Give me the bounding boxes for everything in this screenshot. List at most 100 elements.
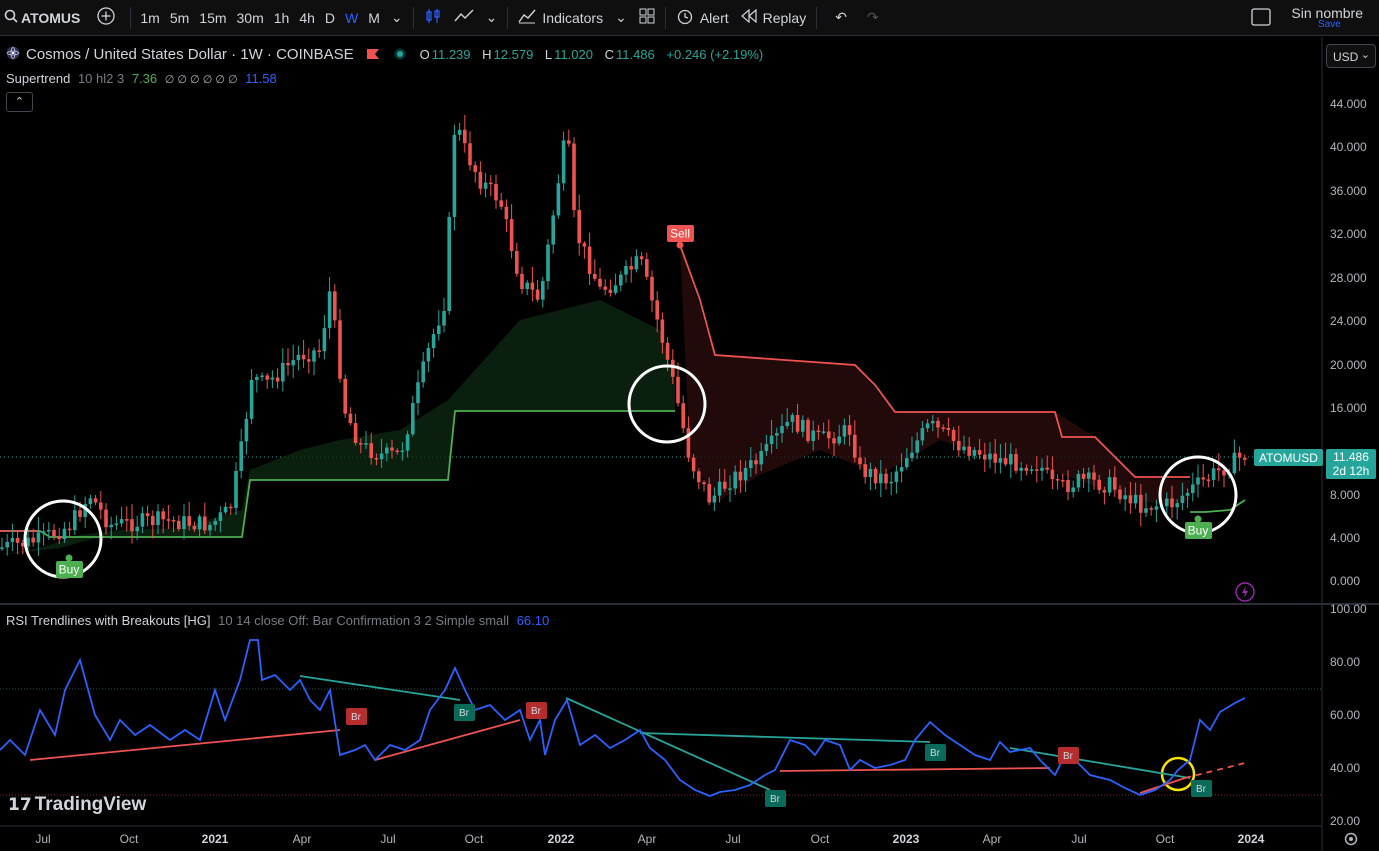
candle-body <box>213 520 217 525</box>
candle-body <box>743 468 748 481</box>
time-tick-label: Jul <box>35 832 51 846</box>
time-tick-label: Oct <box>464 832 484 846</box>
candle-body <box>1035 469 1039 471</box>
candle-body <box>915 440 919 453</box>
candle-body <box>957 440 961 451</box>
time-tick-label: Apr <box>292 832 312 846</box>
candle-body <box>1144 508 1148 513</box>
candle-body <box>1196 477 1200 485</box>
candle-body <box>338 320 342 379</box>
candle-body <box>177 520 181 530</box>
candle-body <box>827 431 831 439</box>
candle-body <box>972 450 977 456</box>
candle-body <box>1128 495 1133 504</box>
time-tick-label: Apr <box>982 832 1002 846</box>
candle-body <box>728 488 732 490</box>
rsi-value: 66.10 <box>516 613 550 628</box>
candle-body <box>1165 498 1169 507</box>
candle-body <box>400 450 405 453</box>
price-tick-label: 16.000 <box>1330 401 1367 415</box>
candle-body <box>411 403 415 435</box>
candle-body <box>717 481 722 496</box>
candle-body <box>795 415 800 432</box>
chart-canvas[interactable]: Buy Buy Sell Br Br Br Br Br Br Br <box>0 0 1379 851</box>
candle-body <box>156 511 160 525</box>
candle-body <box>925 423 930 429</box>
candle-body <box>369 443 373 458</box>
supertrend-empty-values: ∅ ∅ ∅ ∅ ∅ ∅ <box>164 74 238 86</box>
candle-body <box>1009 454 1013 465</box>
candle-body <box>660 319 665 343</box>
time-tick-label: Jul <box>725 832 741 846</box>
candle-body <box>936 420 940 428</box>
rsi-tick-label: 20.00 <box>1330 814 1361 828</box>
rsi-legend[interactable]: RSI Trendlines with Breakouts [HG] 10 14… <box>6 613 549 628</box>
candle-body <box>244 418 249 442</box>
candle-body <box>1201 477 1205 480</box>
candle-body <box>853 434 857 458</box>
price-tick-label: 0.000 <box>1330 574 1361 588</box>
candle-body <box>520 273 524 289</box>
candle-body <box>473 165 477 172</box>
supertrend-legend[interactable]: Supertrend 10 hl2 3 7.36 ∅ ∅ ∅ ∅ ∅ ∅ 11.… <box>6 71 277 86</box>
candle-body <box>348 413 353 424</box>
symbol-title[interactable]: Cosmos / United States Dollar · 1W · COI… <box>26 46 354 63</box>
candle-body <box>114 523 119 525</box>
candle-body <box>1154 506 1159 510</box>
settings-gear-icon[interactable] <box>1343 831 1359 847</box>
candle-body <box>307 359 311 362</box>
candle-body <box>0 547 4 549</box>
low-value: 11.020 <box>554 47 593 62</box>
price-tick-label: 28.000 <box>1330 271 1367 285</box>
supertrend-label: Supertrend <box>6 71 71 86</box>
candle-body <box>5 541 9 548</box>
price-tick-label: 40.000 <box>1330 140 1367 154</box>
collapse-legend-button[interactable]: ⌃ <box>6 92 33 112</box>
close-value: 11.486 <box>615 47 655 62</box>
candle-body <box>270 377 275 380</box>
candle-body <box>208 524 212 531</box>
candle-body <box>603 286 607 290</box>
time-tick-label: Jul <box>380 832 396 846</box>
lightning-icon[interactable] <box>1235 582 1255 602</box>
candle-body <box>1175 503 1179 508</box>
candle-body <box>1040 467 1044 471</box>
candle-body <box>447 216 451 312</box>
candle-body <box>629 266 633 270</box>
candle-body <box>73 510 77 531</box>
bar-countdown: 2d 12h <box>1332 464 1370 478</box>
candle-body <box>379 453 384 460</box>
candle-body <box>764 444 769 452</box>
candle-body <box>499 200 503 207</box>
candle-body <box>426 348 431 362</box>
candle-body <box>515 250 519 274</box>
candle-body <box>759 451 763 465</box>
candle-body <box>265 375 269 380</box>
low-label: L <box>544 47 553 62</box>
candle-body <box>697 471 701 483</box>
last-price-tag: 11.486 2d 12h <box>1326 449 1376 479</box>
candle-body <box>1081 473 1086 479</box>
rsi-resistance-trendline <box>299 675 461 701</box>
time-tick-label: Oct <box>119 832 139 846</box>
symbol-price-tag: ATOMUSD <box>1254 449 1323 466</box>
breakout-label-bearish: Br <box>531 706 542 717</box>
candle-body <box>223 506 228 513</box>
candle-body <box>525 282 529 289</box>
cosmos-logo-icon <box>6 46 20 63</box>
change-value: +0.246 (+2.19%) <box>666 47 764 62</box>
candle-body <box>1092 472 1096 480</box>
candle-body <box>733 471 737 489</box>
candle-body <box>52 530 56 537</box>
flag-icon[interactable] <box>366 47 380 63</box>
tradingview-logo[interactable]: 𝟭𝟳 TradingView <box>8 794 146 816</box>
candle-body <box>291 360 295 366</box>
candle-body <box>577 210 581 244</box>
currency-selector[interactable]: USD ⌄ <box>1326 44 1376 68</box>
ohlc-values: O 11.239 H 12.579 L 11.020 C 11.486 +0.246 (… <box>420 47 772 62</box>
rsi-tick-label: 100.00 <box>1330 602 1367 616</box>
candle-body <box>639 256 644 260</box>
candle-body <box>1107 477 1112 493</box>
candle-body <box>821 431 826 433</box>
candle-body <box>769 435 774 445</box>
